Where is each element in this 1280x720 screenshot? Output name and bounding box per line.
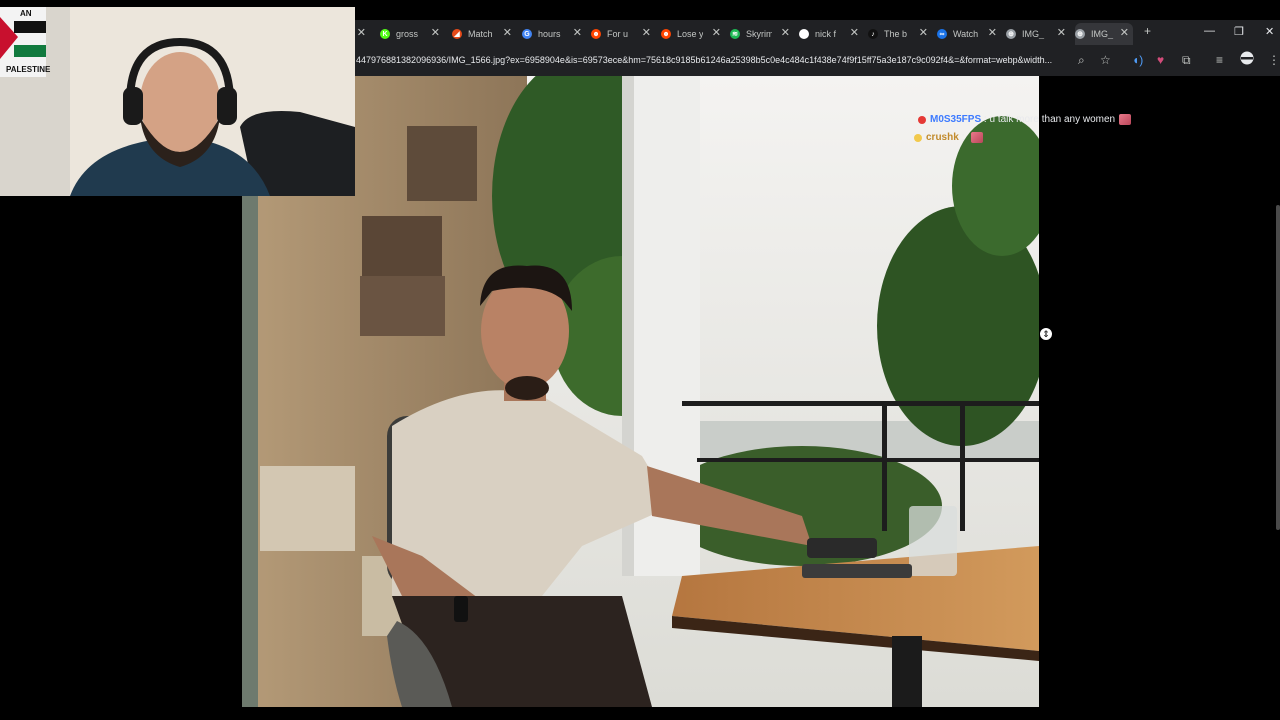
tab-title: Watch — [953, 29, 979, 39]
flag-poster-top-text: AN — [20, 9, 32, 18]
chat-badge-icon — [918, 115, 926, 124]
tab-title: Skyrim — [746, 29, 772, 39]
chat-separator: : — [958, 132, 968, 144]
tab-reddit[interactable]: ☻ Lose y ✕ — [661, 23, 725, 45]
close-icon[interactable]: ✕ — [919, 27, 928, 39]
chat-message-2: crushk : — [914, 132, 984, 144]
flag-poster-text: PALESTINE — [6, 65, 51, 74]
cursor-move-icon: ⇕ — [1039, 327, 1053, 341]
chat-badge-icon — [914, 133, 922, 142]
chat-message-1: M0S35FPS : u talk more than any women — [918, 114, 1132, 126]
webcam-feed — [0, 7, 355, 196]
tab-reddit[interactable]: ☻ For u ✕ — [591, 23, 655, 45]
streamer-webcam: AN PALESTINE — [0, 7, 355, 196]
close-window-button[interactable]: ✕ — [1265, 25, 1274, 38]
reddit-icon: ☻ — [661, 29, 671, 39]
close-icon[interactable]: ✕ — [850, 27, 859, 39]
photo-man-on-terrace — [242, 76, 1039, 707]
tab-globe-blue[interactable]: ∞ Watch ✕ — [937, 23, 1001, 45]
tiktok-icon: ♪ — [868, 29, 878, 39]
tab-globe[interactable]: ⊕ IMG_ ✕ — [1006, 23, 1070, 45]
k-green-icon: K — [380, 29, 390, 39]
menu-kebab-icon[interactable]: ⋮ — [1268, 53, 1280, 67]
extension-pink-icon[interactable]: ♥ — [1157, 53, 1164, 67]
chat-username: M0S35FPS — [930, 114, 982, 126]
close-icon[interactable]: ✕ — [712, 27, 721, 39]
tab-title: For u — [607, 29, 629, 39]
zoom-icon[interactable]: ⌕ — [1078, 53, 1085, 68]
extensions-puzzle-icon[interactable]: ⧉ — [1182, 53, 1191, 68]
close-icon[interactable]: ✕ — [781, 27, 790, 39]
bookmark-star-icon[interactable]: ☆ — [1100, 53, 1111, 67]
tab-title: The b — [884, 29, 908, 39]
image-viewer — [242, 76, 1039, 707]
close-icon[interactable]: ✕ — [1057, 27, 1066, 39]
emote-icon — [1119, 114, 1132, 125]
restore-button[interactable]: ❐ — [1234, 25, 1244, 38]
tab-title: IMG_ — [1022, 29, 1045, 39]
tab-title: Lose y — [677, 29, 703, 39]
minimize-button[interactable]: — — [1204, 25, 1215, 37]
tab-title: nick f — [815, 29, 837, 39]
flame-icon: ◢ — [452, 29, 462, 39]
extension-audio-icon[interactable]: ◖) — [1132, 53, 1143, 67]
globe-icon: ⊕ — [1006, 29, 1016, 39]
close-icon[interactable]: ✕ — [1120, 27, 1129, 39]
google-g-icon: G — [522, 29, 532, 39]
chat-message-text: u talk more than any women — [989, 114, 1116, 126]
url-text[interactable]: 447976881382096936/IMG_1566.jpg?ex=69589… — [356, 55, 1071, 65]
tab-title: hours — [538, 29, 561, 39]
google-g-icon: G — [799, 29, 809, 39]
tab-flame[interactable]: ◢ Match ✕ — [452, 23, 516, 45]
tab-tiktok[interactable]: ♪ The b ✕ — [868, 23, 932, 45]
new-tab-button[interactable]: + — [1144, 24, 1151, 38]
tab-spotify[interactable]: ≋ Skyrim ✕ — [730, 23, 794, 45]
spotify-icon: ≋ — [730, 29, 740, 39]
close-icon[interactable]: ✕ — [642, 27, 651, 39]
emote-icon — [971, 132, 984, 143]
tab-title: Match — [468, 29, 493, 39]
tab-title: IMG_ — [1091, 29, 1114, 39]
tab-google-g[interactable]: Gnick f ✕ — [799, 23, 863, 45]
close-icon[interactable]: ✕ — [988, 27, 997, 39]
tab-partial-close[interactable]: ✕ — [356, 23, 370, 45]
tab-k-green[interactable]: Kgross ✕ — [380, 23, 444, 45]
tab-google-g[interactable]: Ghours ✕ — [522, 23, 586, 45]
close-icon[interactable]: ✕ — [431, 27, 440, 39]
tab-title: gross — [396, 29, 419, 39]
media-control-icon[interactable]: ≡ — [1216, 53, 1223, 67]
reddit-icon: ☻ — [591, 29, 601, 39]
close-icon[interactable]: ✕ — [573, 27, 582, 39]
page-scrollbar[interactable] — [1276, 205, 1280, 530]
chat-username: crushk — [926, 132, 959, 144]
tab-globe[interactable]: ⊕ IMG_ ✕ — [1075, 23, 1133, 45]
profile-avatar-icon[interactable] — [1240, 51, 1254, 68]
globe-blue-icon: ∞ — [937, 29, 947, 39]
close-icon[interactable]: ✕ — [357, 27, 366, 39]
close-icon[interactable]: ✕ — [503, 27, 512, 39]
globe-icon: ⊕ — [1075, 29, 1085, 39]
